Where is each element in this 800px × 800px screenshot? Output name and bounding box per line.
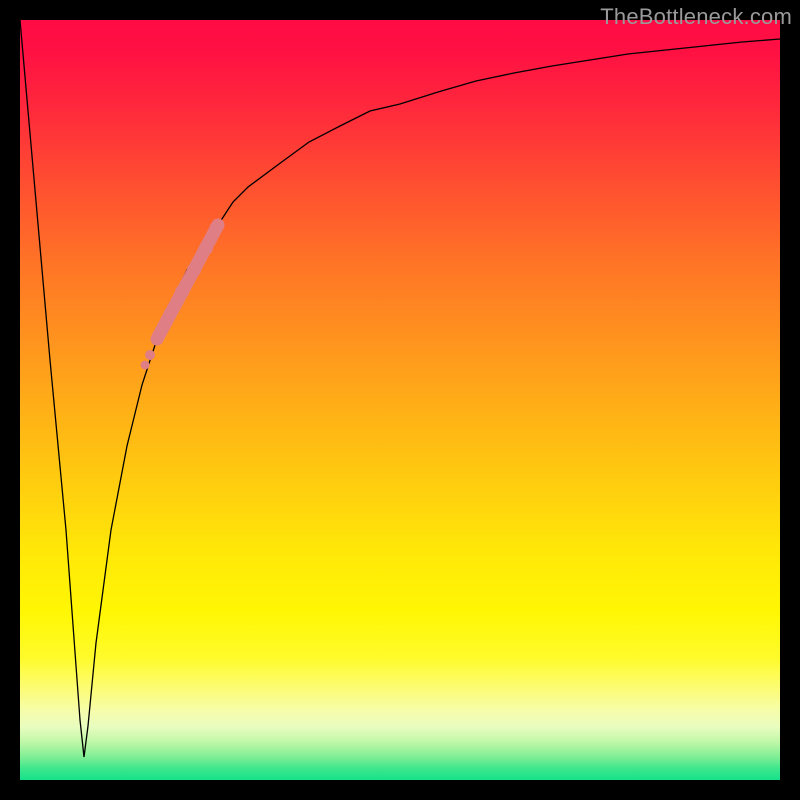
highlight-blob xyxy=(141,222,223,370)
curve-layer xyxy=(20,20,780,780)
watermark-label: TheBottleneck.com xyxy=(600,4,792,30)
chart-plot-area xyxy=(20,20,780,780)
bottleneck-curve xyxy=(20,20,780,757)
